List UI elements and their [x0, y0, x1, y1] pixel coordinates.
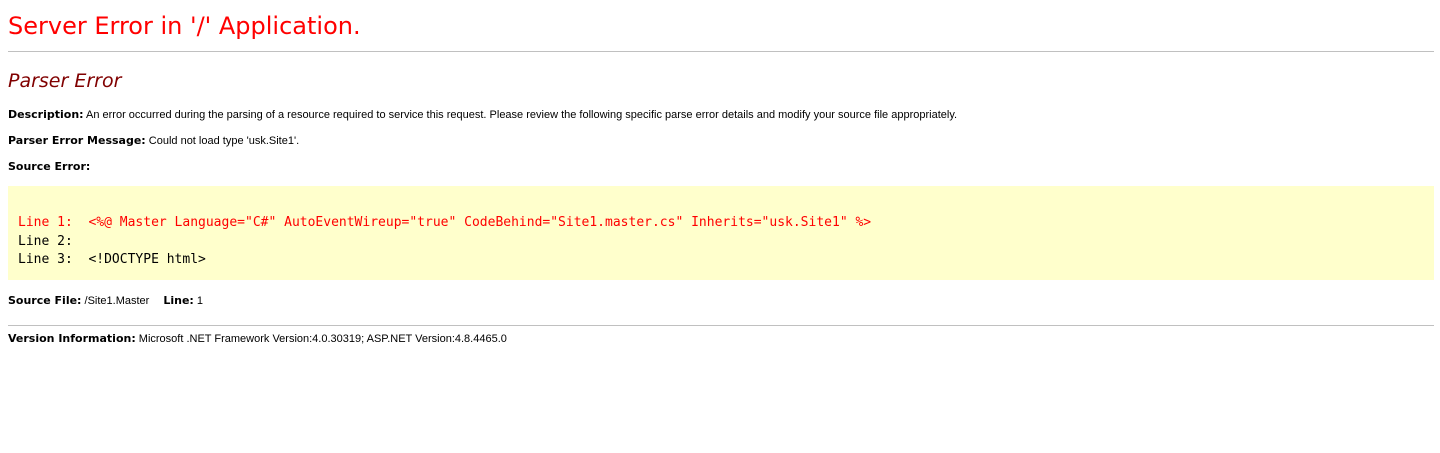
version-information-text: Microsoft .NET Framework Version:4.0.303… — [135, 333, 507, 345]
line-number-label: Line: — [163, 294, 194, 307]
source-error-code-box: Line 1: <%@ Master Language="C#" AutoEve… — [8, 186, 1434, 280]
code-line-3-prefix: Line 3: — [18, 252, 89, 267]
source-error-label: Source Error: — [8, 160, 91, 173]
code-line-2: Line 2: — [18, 234, 88, 249]
description-label: Description: — [8, 108, 84, 121]
source-error-heading: Source Error: — [8, 160, 90, 174]
source-file-line: Source File: /Site1.Master Line: 1 — [8, 294, 203, 308]
line-number-value: 1 — [193, 295, 203, 307]
description-line: Description: An error occurred during th… — [8, 108, 957, 122]
version-divider — [8, 325, 1434, 326]
description-text: An error occurred during the parsing of … — [83, 109, 958, 121]
code-line-3-code: <!DOCTYPE html> — [88, 252, 206, 267]
code-line-3: Line 3: <!DOCTYPE html> — [18, 252, 206, 267]
source-code-block: Line 1: <%@ Master Language="C#" AutoEve… — [18, 214, 871, 270]
code-line-1: Line 1: <%@ Master Language="C#" AutoEve… — [18, 215, 871, 230]
error-subtitle: Parser Error — [8, 70, 122, 92]
source-file-value: /Site1.Master — [81, 295, 150, 307]
parser-error-message-label: Parser Error Message: — [8, 134, 146, 147]
title-divider — [8, 51, 1434, 52]
code-line-1-code: <%@ Master Language="C#" AutoEventWireup… — [88, 215, 872, 230]
parser-error-message-text: Could not load type 'usk.Site1'. — [145, 135, 300, 147]
code-line-2-prefix: Line 2: — [18, 233, 89, 249]
page-title: Server Error in '/' Application. — [8, 12, 361, 40]
version-information-label: Version Information: — [8, 332, 136, 345]
version-information-line: Version Information: Microsoft .NET Fram… — [8, 332, 507, 346]
parser-error-message-line: Parser Error Message: Could not load typ… — [8, 134, 299, 148]
code-line-1-prefix: Line 1: — [18, 215, 89, 230]
source-file-label: Source File: — [8, 294, 82, 307]
